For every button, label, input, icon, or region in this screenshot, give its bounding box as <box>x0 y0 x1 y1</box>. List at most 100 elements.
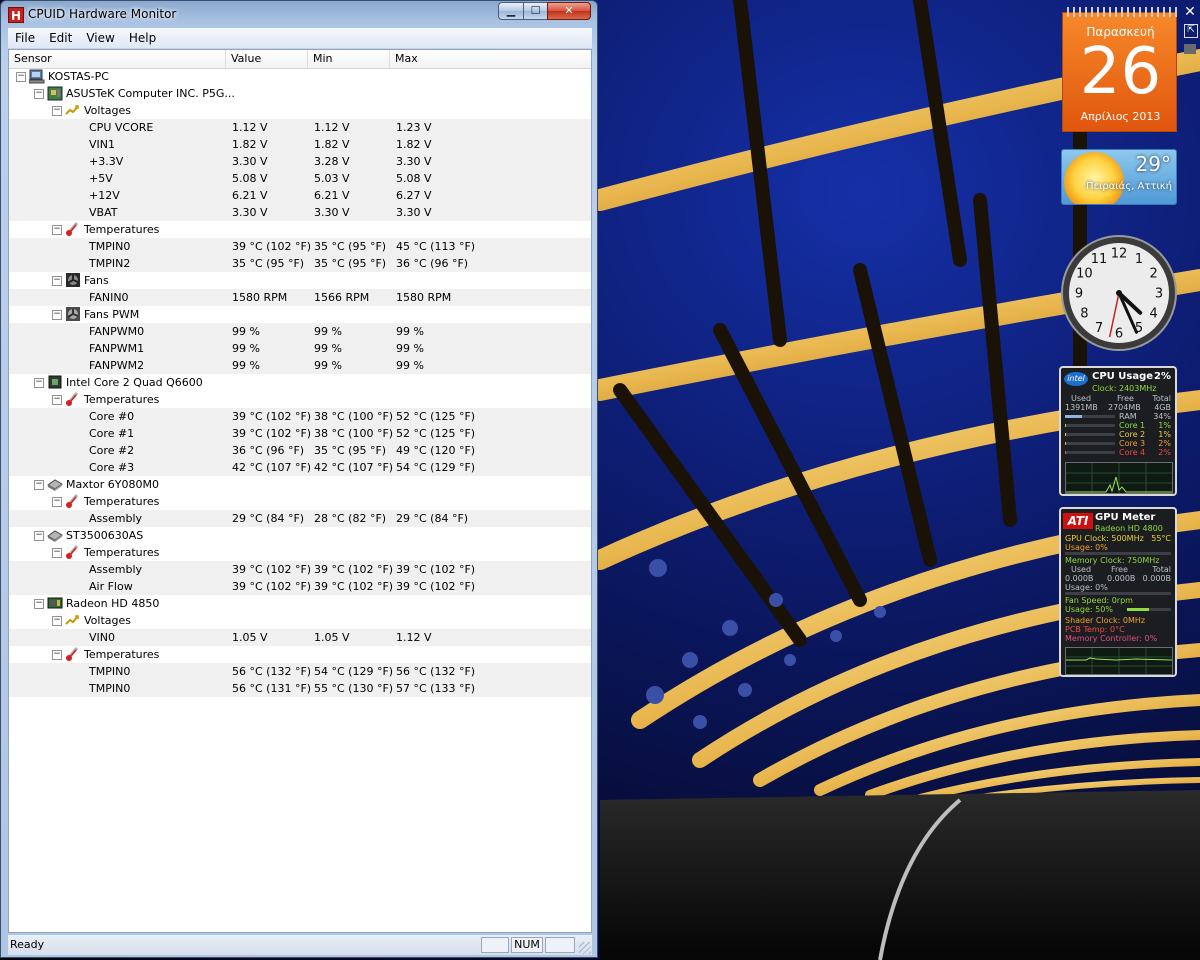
tree-node-gpu[interactable]: − Radeon HD 4850 <box>9 595 591 612</box>
collapse-toggle-icon[interactable]: − <box>52 395 62 405</box>
tree-node-fan[interactable]: − Fans <box>9 272 591 289</box>
menu-edit[interactable]: Edit <box>42 28 79 48</box>
clock-gadget[interactable]: 12 1234567891011 <box>1060 234 1178 352</box>
intel-logo: intel <box>1064 372 1088 386</box>
sensor-value: 99 % <box>232 325 260 338</box>
gpu-mem-header-total: Total <box>1152 565 1171 574</box>
collapse-toggle-icon[interactable]: − <box>16 72 26 82</box>
sensor-row[interactable]: TMPIN0 56 °C (132 °F) 54 °C (129 °F) 56 °C … <box>9 663 591 680</box>
sensor-row[interactable]: Air Flow 39 °C (102 °F) 39 °C (102 °F) 39 °… <box>9 578 591 595</box>
sensor-row[interactable]: Assembly 29 °C (84 °F) 28 °C (82 °F) 29 °C … <box>9 510 591 527</box>
cpu-usage-gadget[interactable]: intel CPU Usage 2% Clock: 2403MHz Used F… <box>1059 366 1177 496</box>
hdd-icon <box>47 528 63 543</box>
sensor-min: 3.30 V <box>314 206 350 219</box>
collapse-toggle-icon[interactable]: − <box>34 531 44 541</box>
collapse-toggle-icon[interactable]: − <box>52 650 62 660</box>
collapse-toggle-icon[interactable]: − <box>34 599 44 609</box>
sensor-row[interactable]: VIN1 1.82 V 1.82 V 1.82 V <box>9 136 591 153</box>
tree-node-temp[interactable]: − Temperatures <box>9 493 591 510</box>
voltage-icon <box>65 613 81 628</box>
app-icon[interactable]: H <box>8 7 24 23</box>
collapse-toggle-icon[interactable]: − <box>52 497 62 507</box>
sensor-row[interactable]: TMPIN2 35 °C (95 °F) 35 °C (95 °F) 36 °C (9… <box>9 255 591 272</box>
sensor-tree-view[interactable]: Sensor Value Min Max − KOSTAS-PC − ASUSTeK … <box>8 49 592 933</box>
tree-node-temp[interactable]: − Temperatures <box>9 544 591 561</box>
title-bar[interactable]: H CPUID Hardware Monitor ▁ ☐ ✕ <box>1 1 597 27</box>
tree-node-temp[interactable]: − Temperatures <box>9 391 591 408</box>
sensor-row[interactable]: FANPWM1 99 % 99 % 99 % <box>9 340 591 357</box>
tree-node-hdd[interactable]: − Maxtor 6Y080M0 <box>9 476 591 493</box>
collapse-toggle-icon[interactable]: − <box>52 106 62 116</box>
clock-numeral: 1 <box>1135 252 1143 267</box>
clock-numeral: 8 <box>1080 307 1088 322</box>
tree-node-board[interactable]: − ASUSTeK Computer INC. P5G... <box>9 85 591 102</box>
sensor-max: 52 °C (125 °F) <box>396 410 476 423</box>
collapse-toggle-icon[interactable]: − <box>52 276 62 286</box>
window-title: CPUID Hardware Monitor <box>28 7 177 21</box>
gpu-mem-usage-bar <box>1065 592 1171 595</box>
collapse-toggle-icon[interactable]: − <box>34 378 44 388</box>
tree-node-voltage[interactable]: − Voltages <box>9 102 591 119</box>
sensor-row[interactable]: +3.3V 3.30 V 3.28 V 3.30 V <box>9 153 591 170</box>
collapse-toggle-icon[interactable]: − <box>52 225 62 235</box>
gadget-close-icon[interactable]: ✕ <box>1182 4 1198 20</box>
sensor-min: 35 °C (95 °F) <box>314 257 387 270</box>
sensor-row[interactable]: Core #0 39 °C (102 °F) 38 °C (100 °F) 52 °C… <box>9 408 591 425</box>
gadget-options-icon[interactable]: ⇱ <box>1184 24 1198 38</box>
collapse-toggle-icon[interactable]: − <box>34 89 44 99</box>
clock-numeral: 3 <box>1155 287 1163 302</box>
gpu-icon <box>47 596 63 611</box>
menu-file[interactable]: File <box>8 28 42 48</box>
sensor-label: Radeon HD 4850 <box>66 597 160 610</box>
sensor-row[interactable]: FANPWM2 99 % 99 % 99 % <box>9 357 591 374</box>
column-header-min[interactable]: Min <box>308 50 390 68</box>
sensor-row[interactable]: VBAT 3.30 V 3.30 V 3.30 V <box>9 204 591 221</box>
gpu-meter-gadget[interactable]: ATI GPU Meter Radeon HD 4800 GPU Clock: … <box>1059 507 1177 677</box>
sensor-label: Temperatures <box>84 546 160 559</box>
sensor-row[interactable]: Core #3 42 °C (107 °F) 42 °C (107 °F) 54 °C… <box>9 459 591 476</box>
status-num-lock: NUM <box>511 937 543 953</box>
maximize-button[interactable]: ☐ <box>523 2 548 20</box>
sensor-min: 3.28 V <box>314 155 350 168</box>
sensor-row[interactable]: Core #1 39 °C (102 °F) 38 °C (100 °F) 52 °C… <box>9 425 591 442</box>
resize-grip[interactable] <box>579 942 591 954</box>
sensor-row[interactable]: +5V 5.08 V 5.03 V 5.08 V <box>9 170 591 187</box>
sensor-row[interactable]: FANIN0 1580 RPM 1566 RPM 1580 RPM <box>9 289 591 306</box>
sensor-label: CPU VCORE <box>89 121 154 134</box>
tree-node-cpu[interactable]: − Intel Core 2 Quad Q6600 <box>9 374 591 391</box>
minimize-button[interactable]: ▁ <box>498 2 524 20</box>
collapse-toggle-icon[interactable]: − <box>52 548 62 558</box>
collapse-toggle-icon[interactable]: − <box>52 616 62 626</box>
column-header-max[interactable]: Max <box>390 50 591 68</box>
gadget-drag-handle[interactable] <box>1184 44 1196 54</box>
sensor-row[interactable]: Core #2 36 °C (96 °F) 35 °C (95 °F) 49 °C (… <box>9 442 591 459</box>
hardware-monitor-window[interactable]: H CPUID Hardware Monitor ▁ ☐ ✕ File Edit… <box>0 0 598 958</box>
sensor-value: 3.30 V <box>232 206 268 219</box>
sensor-row[interactable]: +12V 6.21 V 6.21 V 6.27 V <box>9 187 591 204</box>
tree-node-hdd[interactable]: − ST3500630AS <box>9 527 591 544</box>
sensor-value: 1.82 V <box>232 138 268 151</box>
sensor-row[interactable]: CPU VCORE 1.12 V 1.12 V 1.23 V <box>9 119 591 136</box>
tree-node-pc[interactable]: − KOSTAS-PC <box>9 68 591 85</box>
tree-node-fanpwm[interactable]: − Fans PWM <box>9 306 591 323</box>
sensor-row[interactable]: TMPIN0 39 °C (102 °F) 35 °C (95 °F) 45 °C (… <box>9 238 591 255</box>
tree-node-voltage[interactable]: − Voltages <box>9 612 591 629</box>
tree-node-temp[interactable]: − Temperatures <box>9 646 591 663</box>
sensor-row[interactable]: VIN0 1.05 V 1.05 V 1.12 V <box>9 629 591 646</box>
menu-help[interactable]: Help <box>122 28 163 48</box>
sensor-row[interactable]: FANPWM0 99 % 99 % 99 % <box>9 323 591 340</box>
weather-gadget[interactable]: 29° Πειραιάς, Αττική <box>1061 149 1177 205</box>
calendar-gadget[interactable]: Παρασκευή 26 Απρίλιος 2013 <box>1062 7 1178 132</box>
weather-temperature: 29° <box>1135 152 1171 176</box>
collapse-toggle-icon[interactable]: − <box>52 310 62 320</box>
column-header-sensor[interactable]: Sensor <box>9 50 226 68</box>
close-button[interactable]: ✕ <box>547 2 591 20</box>
sensor-row[interactable]: TMPIN0 56 °C (131 °F) 55 °C (130 °F) 57 °C … <box>9 680 591 697</box>
gpu-mem-clock: Memory Clock: 750MHz <box>1065 556 1160 565</box>
menu-view[interactable]: View <box>79 28 121 48</box>
sensor-label: TMPIN0 <box>89 682 131 695</box>
sensor-row[interactable]: Assembly 39 °C (102 °F) 39 °C (102 °F) 39 °… <box>9 561 591 578</box>
tree-node-temp[interactable]: − Temperatures <box>9 221 591 238</box>
collapse-toggle-icon[interactable]: − <box>34 480 44 490</box>
column-header-value[interactable]: Value <box>226 50 308 68</box>
